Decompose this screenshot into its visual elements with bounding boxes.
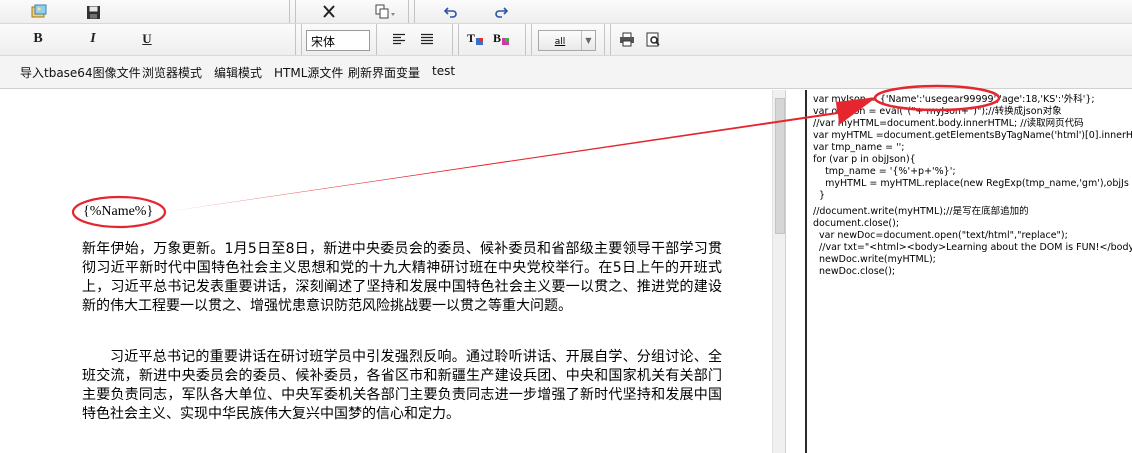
menu-item-html-source[interactable]: HTML源文件 (274, 64, 343, 81)
font-size-select[interactable]: all ▼ (538, 30, 596, 51)
toolbar-divider (301, 24, 302, 55)
code-line: var tmp_name = ''; (813, 142, 905, 153)
font-family-select[interactable]: 宋体 (306, 30, 370, 51)
code-line: //var txt="<html><body>Learning about th… (813, 242, 1132, 253)
toolbar-divider (458, 24, 459, 55)
align-left-icon[interactable] (388, 28, 410, 50)
toolbar-divider (289, 0, 290, 23)
toolbar-divider (376, 24, 377, 55)
background-color-icon[interactable]: B (491, 28, 513, 50)
redo-icon[interactable] (490, 1, 512, 23)
bold-button[interactable]: B (27, 28, 49, 50)
code-line: var myHTML =document.getElementsByTagNam… (813, 130, 1132, 141)
svg-text:B: B (493, 31, 501, 45)
toolbar-divider (525, 24, 526, 55)
align-justify-icon[interactable] (416, 28, 438, 50)
code-line: tmp_name = '{%'+p+'%}'; (813, 166, 956, 177)
toolbar-divider (531, 24, 532, 55)
code-line: var myJson = {'Name':'usegear99999','age… (813, 94, 1095, 105)
menu-item-browser-mode[interactable]: 浏览器模式 (142, 64, 202, 81)
cut-icon[interactable] (318, 1, 340, 23)
code-line: } (813, 190, 826, 201)
menu-item-import-base64[interactable]: 导入tbase64图像文件 (20, 64, 141, 81)
editor-scrollbar[interactable] (772, 90, 785, 453)
print-icon[interactable] (616, 28, 638, 50)
underline-button[interactable]: U (136, 28, 158, 50)
toolbar-divider (408, 0, 409, 23)
code-line: //var myHTML=document.body.innerHTML; //… (813, 118, 1084, 129)
code-line: //document.write(myHTML);//是写在底部追加的 (813, 206, 1029, 217)
toolbar-row-1 (0, 0, 1132, 24)
toolbar-divider (295, 24, 296, 55)
scrollbar-thumb[interactable] (775, 98, 785, 234)
open-image-icon[interactable] (28, 1, 50, 23)
paragraph: 习近平总书记的重要讲话在研讨班学员中引发强烈反响。通过聆听讲话、开展自学、分组讨… (82, 349, 722, 422)
toolbar-divider (604, 24, 605, 55)
undo-icon[interactable] (440, 1, 462, 23)
font-size-value: all (554, 36, 566, 47)
code-line: newDoc.close(); (813, 266, 896, 277)
paragraph: 新年伊始，万象更新。1月5日至8日，新进中央委员会的委员、候补委员和省部级主要领… (82, 241, 722, 314)
document-editor[interactable]: {%Name%} 新年伊始，万象更新。1月5日至8日，新进中央委员会的委员、候补… (0, 90, 786, 453)
editor-app: B I U T B 宋体 all ▼ 导入tbase64图像文件 浏览器模式 编… (0, 0, 1132, 453)
code-line: var objJson = eval("("+ myJson+")");//转换… (813, 106, 1062, 117)
italic-button[interactable]: I (82, 28, 104, 50)
code-line: for (var p in objJson){ (813, 154, 916, 165)
toolbar-divider (295, 0, 296, 23)
code-line: newDoc.write(myHTML); (813, 254, 936, 265)
save-icon[interactable] (82, 1, 104, 23)
svg-text:T: T (467, 31, 475, 45)
paste-icon[interactable] (374, 1, 396, 23)
toolbar-divider (610, 24, 611, 55)
toolbar-divider (452, 24, 453, 55)
code-line: var newDoc=document.open("text/html","re… (813, 230, 1068, 241)
toolbar-divider (414, 0, 415, 23)
menu-item-edit-mode[interactable]: 编辑模式 (214, 64, 262, 81)
template-placeholder: {%Name%} (83, 204, 154, 219)
preview-icon[interactable] (642, 28, 664, 50)
menu-item-test[interactable]: test (432, 64, 455, 78)
html-source-pane[interactable]: var myJson = {'Name':'usegear99999','age… (805, 90, 1132, 453)
chevron-down-icon[interactable]: ▼ (581, 31, 595, 50)
menu-item-refresh-variables[interactable]: 刷新界面变量 (348, 64, 420, 81)
text-color-icon[interactable]: T (465, 28, 487, 50)
code-line: myHTML = myHTML.replace(new RegExp(tmp_n… (813, 178, 1129, 189)
code-line: document.close(); (813, 218, 900, 229)
